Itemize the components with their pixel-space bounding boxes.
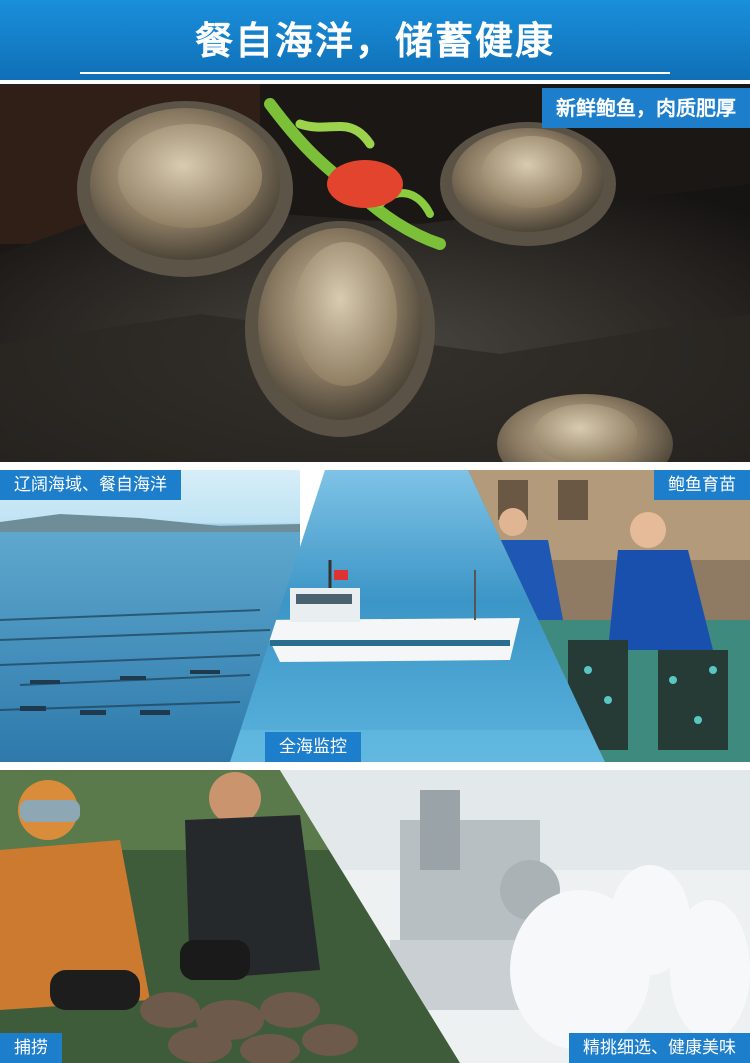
header-underline (80, 72, 670, 74)
page-title: 餐自海洋，储蓄健康 (194, 19, 555, 63)
abalone-left (77, 101, 293, 277)
fishing-tag: 捕捞 (0, 1033, 62, 1063)
hero-abalone-photo: 新鲜鲍鱼，肉质肥厚 (0, 84, 750, 462)
abalone-right (440, 122, 616, 246)
header-banner: 餐自海洋，储蓄健康 (0, 0, 750, 80)
abalone-center (245, 221, 435, 437)
monitor-tag: 全海监控 (265, 732, 361, 762)
selection-tag: 精挑细选、健康美味 (569, 1033, 750, 1063)
sea-farm-tag: 辽阔海域、餐自海洋 (0, 470, 181, 500)
nursery-tag: 鲍鱼育苗 (654, 470, 750, 500)
hero-tag: 新鲜鲍鱼，肉质肥厚 (542, 88, 750, 128)
